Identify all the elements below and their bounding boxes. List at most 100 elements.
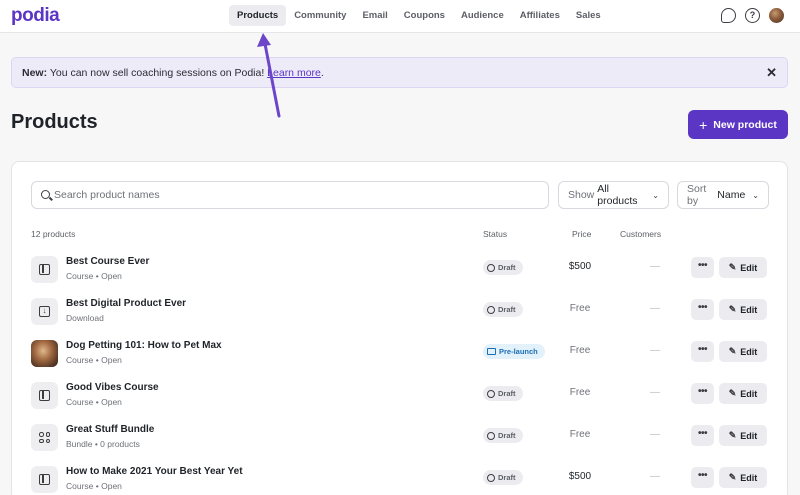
product-name[interactable]: How to Make 2021 Your Best Year Yet [66,466,243,477]
more-options-button[interactable]: ••• [691,299,714,320]
customer-count: — [650,345,660,356]
bundle-icon [39,432,50,443]
product-subtitle: Bundle • 0 products [66,439,140,449]
main-nav: Products Community Email Coupons Audienc… [229,5,609,26]
product-price: $500 [568,471,592,482]
status-label: Draft [498,473,516,482]
status-badge: Draft [483,470,523,485]
user-avatar[interactable] [769,8,784,23]
product-price: Free [569,303,591,314]
sort-value: Name [717,189,746,201]
draft-circle-icon [487,389,495,398]
nav-products[interactable]: Products [229,5,287,26]
download-icon: ↓ [39,306,50,317]
product-thumbnail [31,256,58,283]
more-options-button[interactable]: ••• [691,425,714,446]
product-price: Free [569,345,591,356]
nav-coupons[interactable]: Coupons [396,5,453,26]
announcement-banner: New: You can now sell coaching sessions … [11,57,788,88]
status-badge: Draft [483,260,523,275]
product-subtitle: Course • Open [66,355,122,365]
close-icon[interactable]: ✕ [766,65,777,81]
sort-dropdown[interactable]: Sort by Name ⌄ [677,181,769,209]
more-options-button[interactable]: ••• [691,257,714,278]
table-row[interactable]: Good Vibes Course Course • Open Draft Fr… [12,378,787,420]
edit-button[interactable]: ✎ Edit [719,257,767,278]
envelope-icon [487,348,496,355]
banner-message: New: You can now sell coaching sessions … [22,67,324,79]
table-row[interactable]: ↓ Best Digital Product Ever Download Dra… [12,294,787,336]
table-row[interactable]: Great Stuff Bundle Bundle • 0 products D… [12,420,787,462]
search-icon [41,190,50,199]
product-count: 12 products [31,229,76,239]
pencil-icon: ✎ [728,388,737,398]
search-box[interactable] [31,181,549,209]
top-navigation-bar: podia Products Community Email Coupons A… [0,0,800,33]
pencil-icon: ✎ [728,262,737,272]
customer-count: — [650,261,660,272]
customer-count: — [650,303,660,314]
product-name[interactable]: Dog Petting 101: How to Pet Max [66,340,222,351]
new-product-label: New product [713,118,777,131]
product-subtitle: Course • Open [66,481,122,491]
product-thumbnail: ↓ [31,298,58,325]
draft-circle-icon [487,473,495,482]
course-icon [39,264,50,275]
pencil-icon: ✎ [728,430,737,440]
product-name[interactable]: Good Vibes Course [66,382,159,393]
edit-button[interactable]: ✎ Edit [719,299,767,320]
status-label: Draft [498,263,516,272]
status-label: Draft [498,305,516,314]
status-badge: Draft [483,428,523,443]
pencil-icon: ✎ [728,472,737,482]
edit-label: Edit [740,472,758,483]
show-filter-dropdown[interactable]: Show All products ⌄ [558,181,669,209]
product-name[interactable]: Best Course Ever [66,256,149,267]
product-subtitle: Course • Open [66,397,122,407]
page-title: Products [11,111,98,133]
nav-community[interactable]: Community [286,5,354,26]
status-badge: Draft [483,302,523,317]
top-icons: ? [721,8,784,23]
draft-circle-icon [487,431,495,440]
more-options-button[interactable]: ••• [691,467,714,488]
draft-circle-icon [487,305,495,314]
nav-sales[interactable]: Sales [568,5,609,26]
chevron-down-icon: ⌄ [752,190,759,200]
column-price[interactable]: Price [572,229,591,239]
column-customers[interactable]: Customers [620,229,661,239]
product-price: Free [569,429,591,440]
chat-bubble-icon[interactable] [721,8,736,23]
edit-label: Edit [740,262,758,273]
learn-more-link[interactable]: Learn more [267,67,321,79]
table-row[interactable]: How to Make 2021 Your Best Year Yet Cour… [12,462,787,495]
product-price: $500 [568,261,592,272]
product-thumbnail [31,424,58,451]
question-circle-icon[interactable]: ? [745,8,760,23]
column-status[interactable]: Status [483,229,507,239]
course-icon [39,474,50,485]
status-badge: Draft [483,386,523,401]
edit-button[interactable]: ✎ Edit [719,467,767,488]
products-card: Show All products ⌄ Sort by Name ⌄ 12 pr… [11,161,788,495]
nav-audience[interactable]: Audience [453,5,512,26]
banner-text: You can now sell coaching sessions on Po… [49,67,265,79]
annotation-arrow-head [257,33,271,47]
product-photo-thumbnail [31,340,58,367]
edit-button[interactable]: ✎ Edit [719,383,767,404]
more-options-button[interactable]: ••• [691,383,714,404]
product-name[interactable]: Great Stuff Bundle [66,424,154,435]
edit-button[interactable]: ✎ Edit [719,341,767,362]
product-name[interactable]: Best Digital Product Ever [66,298,186,309]
search-input[interactable] [54,186,534,204]
banner-prefix: New: [22,67,48,79]
new-product-button[interactable]: + New product [688,110,788,139]
edit-button[interactable]: ✎ Edit [719,425,767,446]
pencil-icon: ✎ [728,304,737,314]
nav-affiliates[interactable]: Affiliates [512,5,568,26]
nav-email[interactable]: Email [354,5,395,26]
podia-logo[interactable]: podia [11,5,60,27]
table-row[interactable]: Dog Petting 101: How to Pet Max Course •… [12,336,787,378]
table-row[interactable]: Best Course Ever Course • Open Draft $50… [12,252,787,294]
more-options-button[interactable]: ••• [691,341,714,362]
